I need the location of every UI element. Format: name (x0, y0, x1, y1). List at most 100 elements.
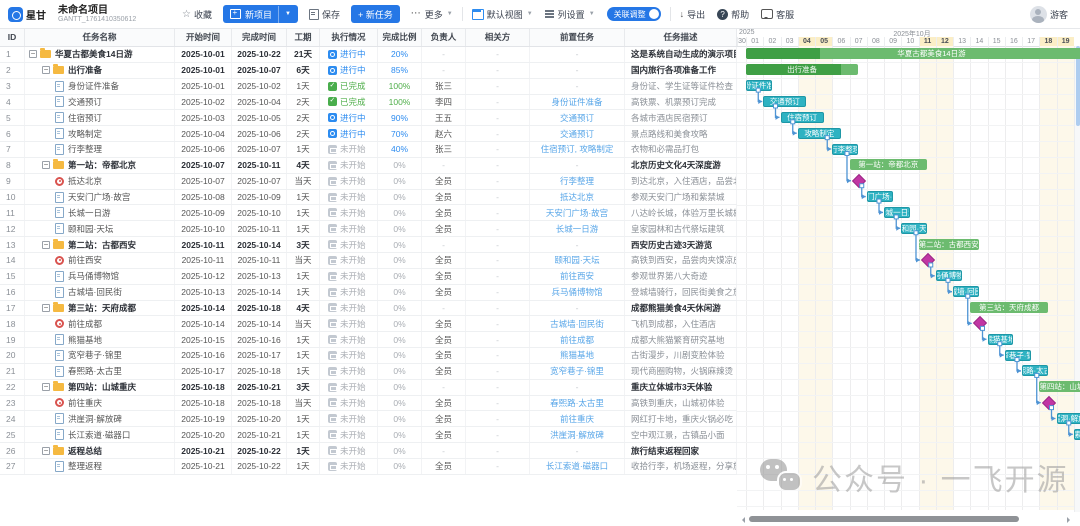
gantt-group-bar[interactable]: 第四站：山城重庆 (1039, 381, 1080, 393)
collapse-icon[interactable]: − (42, 446, 50, 455)
table-row[interactable]: 16 古城墙·回民街 2025-10-13 2025-10-14 1天 未开始 0% 全员 - 兵… (0, 284, 737, 301)
column-settings-button[interactable]: 列设置 ▼ (544, 8, 595, 21)
gantt-vertical-scrollbar[interactable] (1074, 46, 1080, 512)
table-row[interactable]: 11 长城一日游 2025-10-09 2025-10-10 1天 未开始 0% 全员 - 天安门… (0, 205, 737, 222)
table-row[interactable]: 4交通预订2025-10-022025-10-042天已完成100%李四-身份证… (0, 94, 737, 111)
export-button[interactable]: ↓ 导出 (680, 8, 706, 21)
gantt-task-bar[interactable]: 古城墙·回民街 (953, 286, 979, 298)
column-header[interactable]: 完成时间 (232, 28, 287, 46)
gantt-group-bar[interactable]: 第二站：古都西安 (918, 238, 979, 250)
table-row[interactable]: 7 行李整理 2025-10-06 2025-10-07 1天 未开始 40% 张三 - 住宿预订… (0, 142, 737, 158)
table-row[interactable]: 8− 第一站：帝都北京 2025-10-07 2025-10-11 4天 未开始 0% - - -… (0, 157, 737, 174)
gantt-group-bar[interactable]: 华夏古都美食14日游 (746, 48, 1080, 60)
cell-predecessor[interactable]: 天安门广场·故宫 (530, 205, 625, 221)
gantt-task-bar[interactable]: 熊猫基地 (987, 333, 1014, 345)
table-row[interactable]: 25 长江索道·磁器口 2025-10-20 2025-10-21 1天 未开始 0% 全员 -… (0, 427, 737, 444)
gantt-task-bar[interactable]: 天安门广场·故宫 (866, 191, 893, 203)
user-menu[interactable]: 游客 (1029, 5, 1068, 23)
cell-predecessor[interactable]: 交通预订 (530, 110, 625, 126)
table-row[interactable]: 26− 返程总结 2025-10-21 2025-10-22 1天 未开始 0% - - - 旅行结… (0, 443, 737, 459)
table-row[interactable]: 14 前往西安 2025-10-11 2025-10-11 当天 未开始 0% 全员 - 颐和园·… (0, 252, 737, 269)
gantt-task-bar[interactable]: 长江索道·磁器口 (1073, 428, 1080, 440)
cell-predecessor[interactable]: 长城一日游 (530, 221, 625, 237)
gantt-horizontal-scrollbar[interactable] (737, 514, 1080, 524)
table-row[interactable]: 17− 第三站：天府成都 2025-10-14 2025-10-18 4天 未开始 0% - -… (0, 300, 737, 317)
table-row[interactable]: 24 洪崖洞·解放碑 2025-10-19 2025-10-20 1天 未开始 0% 全员 - 前… (0, 411, 737, 428)
chevron-down-icon[interactable]: ▼ (285, 11, 291, 17)
help-button[interactable]: ? 帮助 (717, 8, 749, 21)
save-button[interactable]: 保存 (308, 8, 340, 21)
cell-predecessor[interactable]: 交通预订 (530, 126, 625, 142)
table-row[interactable]: 20 宽窄巷子·锦里 2025-10-16 2025-10-17 1天 未开始 0% 全员 - 熊… (0, 348, 737, 364)
new-task-button[interactable]: + 新任务 (350, 5, 400, 23)
table-row[interactable]: 23 前往重庆 2025-10-18 2025-10-18 当天 未开始 0% 全员 - 春熙路·… (0, 395, 737, 412)
table-row[interactable]: 9 抵达北京 2025-10-07 2025-10-07 当天 未开始 0% 全员 - 行李整理到… (0, 173, 737, 190)
table-row[interactable]: 21 春熙路·太古里 2025-10-17 2025-10-18 1天 未开始 0% 全员 - 宽… (0, 363, 737, 380)
table-row[interactable]: 13− 第二站：古都西安 2025-10-11 2025-10-14 3天 未开始 0% - -… (0, 237, 737, 253)
cell-predecessor[interactable]: 前往西安 (530, 268, 625, 284)
column-header[interactable]: 负责人 (422, 28, 466, 46)
column-header[interactable]: 开始时间 (175, 28, 232, 46)
table-row[interactable]: 5 住宿预订 2025-10-03 2025-10-05 2天 进行中 90% 王五 - 交通预订… (0, 110, 737, 127)
table-row[interactable]: 3身份证件准备2025-10-012025-10-021天已完成100%张三--… (0, 78, 737, 95)
cell-predecessor[interactable]: 身份证件准备 (530, 94, 625, 110)
cell-predecessor[interactable]: 春熙路·太古里 (530, 395, 625, 411)
scroll-left-icon[interactable] (739, 517, 745, 523)
cell-predecessor[interactable]: 洪崖洞·解放碑 (530, 427, 625, 443)
collapse-icon[interactable]: − (42, 303, 50, 312)
column-header[interactable]: 前置任务 (530, 28, 625, 46)
collapse-icon[interactable]: − (29, 50, 37, 59)
gantt-task-bar[interactable]: 身份证件准备 (746, 80, 772, 92)
column-header[interactable]: 任务描述 (625, 28, 737, 46)
table-row[interactable]: 19 熊猫基地 2025-10-15 2025-10-16 1天 未开始 0% 全员 - 前往成都… (0, 332, 737, 349)
collapse-icon[interactable]: − (42, 240, 50, 249)
gantt-milestone-diamond[interactable] (851, 173, 867, 188)
cell-predecessor[interactable]: 宽窄巷子·锦里 (530, 363, 625, 379)
column-header[interactable]: 任务名称 (25, 28, 175, 46)
gantt-group-bar[interactable]: 第一站：帝都北京 (849, 159, 928, 171)
table-row[interactable]: 12 颐和园·天坛 2025-10-10 2025-10-11 1天 未开始 0% 全员 - 长城… (0, 221, 737, 238)
column-header[interactable]: 执行情况 (320, 28, 378, 46)
cell-predecessor[interactable]: 住宿预订, 攻略制定 (530, 142, 625, 157)
cell-predecessor[interactable]: 前往成都 (530, 332, 625, 348)
table-row[interactable]: 10 天安门广场·故宫 2025-10-08 2025-10-09 1天 未开始 0% 全员 -… (0, 189, 737, 206)
cell-predecessor[interactable]: 兵马俑博物馆 (530, 284, 625, 300)
gantt-task-bar[interactable]: 长城一日游 (884, 206, 910, 218)
gantt-task-bar[interactable]: 颐和园·天坛 (901, 222, 928, 234)
cell-predecessor[interactable]: 前往重庆 (530, 411, 625, 427)
table-row[interactable]: 2− 出行准备 2025-10-01 2025-10-07 6天 进行中 85% - - - 国内旅… (0, 62, 737, 79)
scrollbar-thumb[interactable] (749, 516, 1019, 522)
favorite-button[interactable]: ☆ 收藏 (182, 8, 212, 21)
more-button[interactable]: ⋯ 更多 ▼ (411, 8, 453, 21)
cell-predecessor[interactable]: 抵达北京 (530, 189, 625, 205)
new-project-button[interactable]: 新项目 ▼ (222, 5, 298, 23)
gantt-task-bar[interactable]: 洪崖洞·解放碑 (1056, 412, 1080, 424)
table-row[interactable]: 1− 华夏古都美食14日游 2025-10-01 2025-10-22 21天 进行中 20… (0, 47, 737, 63)
cell-predecessor[interactable]: 颐和园·天坛 (530, 252, 625, 268)
gantt-milestone-diamond[interactable] (972, 316, 987, 331)
gantt-task-bar[interactable]: 行李整理 (832, 143, 859, 155)
cell-predecessor[interactable]: 古城墙·回民街 (530, 316, 625, 332)
support-button[interactable]: 客服 (761, 8, 794, 21)
gantt-task-bar[interactable]: 兵马俑博物馆 (935, 270, 962, 282)
collapse-icon[interactable]: − (42, 383, 50, 392)
cell-predecessor[interactable]: 行李整理 (530, 173, 625, 189)
table-row[interactable]: 22− 第四站：山城重庆 2025-10-18 2025-10-21 3天 未开始 0% - -… (0, 379, 737, 396)
column-header[interactable]: 工期 (287, 28, 320, 46)
cell-predecessor[interactable]: 长江索道·磁器口 (530, 458, 625, 474)
app-logo[interactable]: 星甘 (8, 6, 46, 22)
gantt-group-bar[interactable]: 出行准备 (746, 64, 859, 76)
table-row[interactable]: 18 前往成都 2025-10-14 2025-10-14 当天 未开始 0% 全员 - 古城墙·… (0, 316, 737, 333)
link-adjust-toggle[interactable]: 关联调整 (606, 7, 661, 21)
column-header[interactable]: 完成比例 (378, 28, 422, 46)
gantt-group-bar[interactable]: 第三站：天府成都 (970, 302, 1048, 314)
default-view-button[interactable]: 默认视图 ▼ (471, 8, 533, 21)
gantt-task-bar[interactable]: 攻略制定 (797, 127, 841, 139)
collapse-icon[interactable]: − (42, 66, 50, 75)
scroll-right-icon[interactable] (1067, 517, 1073, 523)
gantt-task-bar[interactable]: 交通预订 (763, 95, 807, 107)
gantt-task-bar[interactable]: 住宿预订 (780, 111, 824, 123)
column-header[interactable]: 相关方 (466, 28, 530, 46)
cell-predecessor[interactable]: 熊猫基地 (530, 348, 625, 363)
collapse-icon[interactable]: − (42, 161, 50, 170)
